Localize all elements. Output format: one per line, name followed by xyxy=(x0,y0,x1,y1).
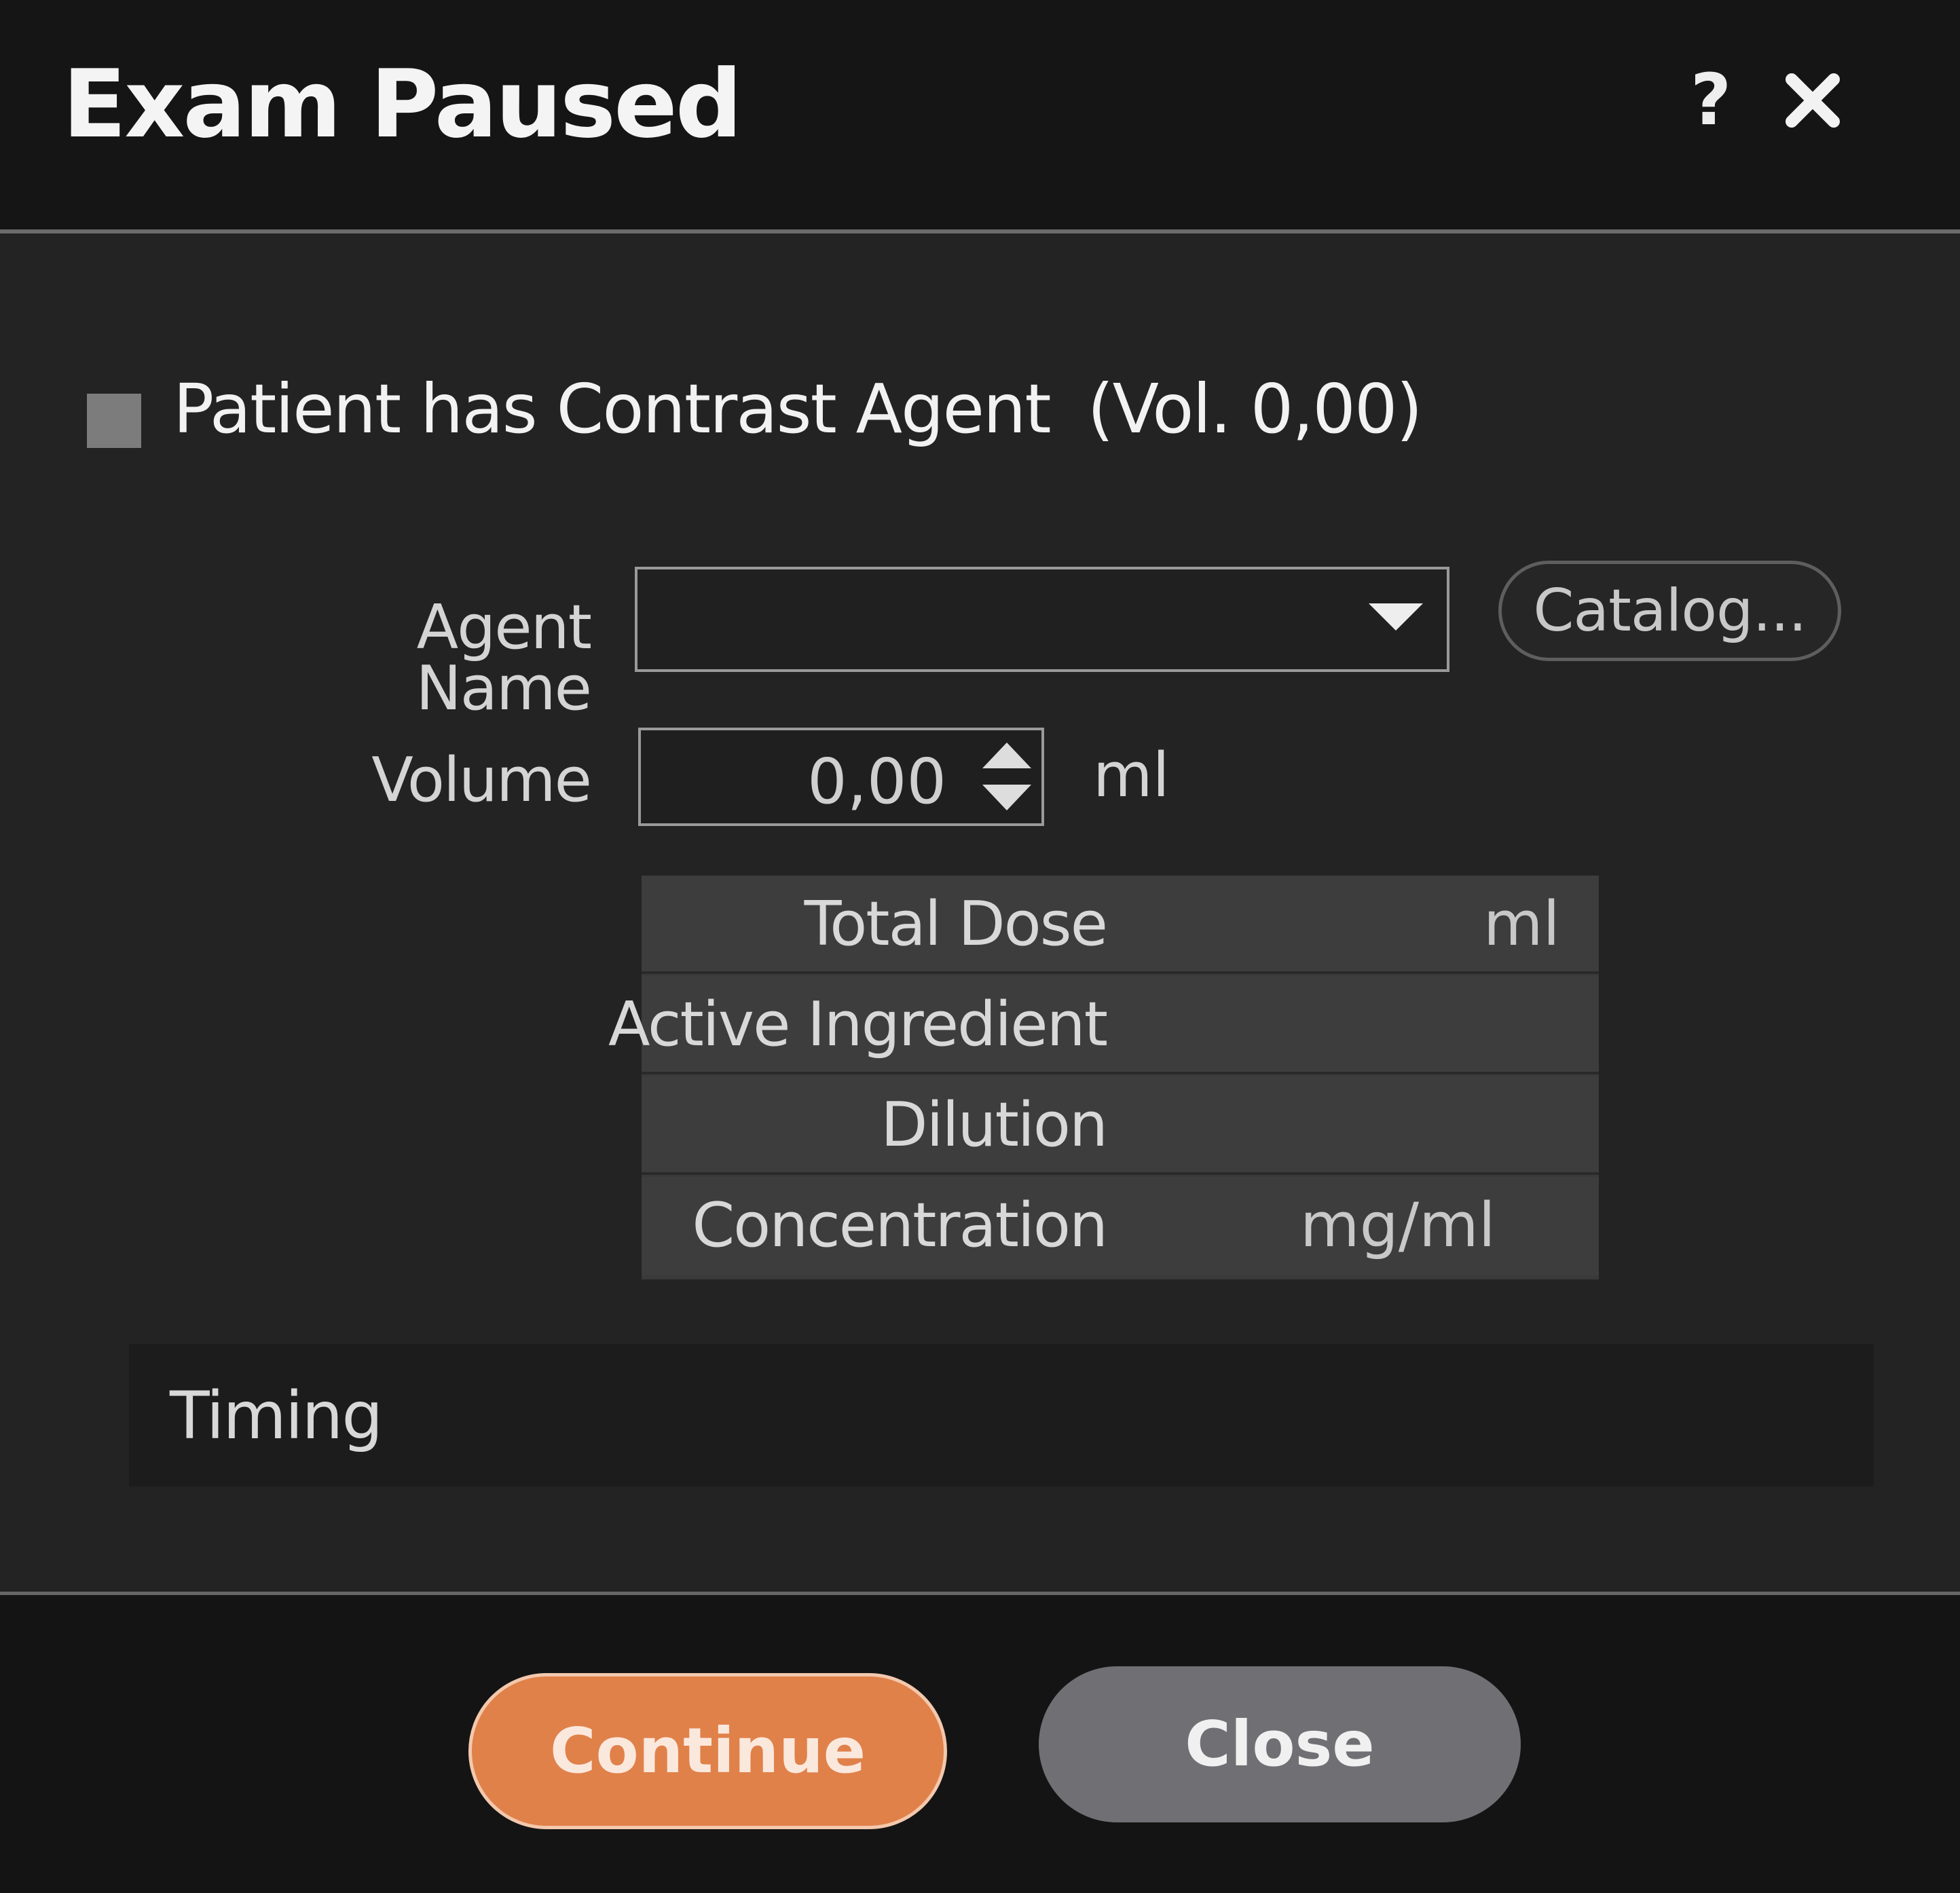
title-bar: Exam Paused ? xyxy=(0,0,1960,234)
continue-button[interactable]: Continue xyxy=(468,1673,947,1829)
table-row: Total Dose ml xyxy=(642,876,1599,974)
help-button[interactable]: ? xyxy=(1684,64,1738,139)
exam-paused-dialog: Exam Paused ? Patient has Contrast Agent… xyxy=(0,0,1960,1893)
dose-row-name: Concentration xyxy=(692,1190,1108,1261)
dialog-footer xyxy=(0,1595,1960,1893)
catalog-button[interactable]: Catalog... xyxy=(1498,561,1841,661)
table-row: Active Ingredient xyxy=(608,976,1599,1074)
dose-table: Total Dose ml Active Ingredient Dilution… xyxy=(608,876,1599,1279)
close-icon[interactable] xyxy=(1782,64,1843,139)
spin-up-icon[interactable] xyxy=(982,743,1031,768)
table-row: Concentration mg/ml xyxy=(642,1177,1599,1275)
dose-row-name: Total Dose xyxy=(804,888,1108,960)
dose-row-name: Active Ingredient xyxy=(608,989,1108,1060)
spin-down-icon[interactable] xyxy=(982,785,1031,810)
dose-row-name: Dilution xyxy=(881,1089,1108,1161)
table-row: Dilution xyxy=(642,1076,1599,1175)
contrast-agent-text: Patient has Contrast Agent xyxy=(173,369,1052,449)
timing-section[interactable]: Timing xyxy=(129,1344,1874,1486)
contrast-volume-summary: (Vol. 0,00) xyxy=(1087,369,1423,449)
dose-row-unit: ml xyxy=(1483,888,1560,960)
volume-label: Volume xyxy=(371,745,592,816)
volume-unit: ml xyxy=(1093,740,1170,811)
contrast-agent-label: Patient has Contrast Agent (Vol. 0,00) xyxy=(173,369,1423,449)
contrast-agent-checkbox[interactable] xyxy=(87,394,141,448)
volume-spinbox[interactable]: 0,00 xyxy=(638,728,1044,826)
chevron-down-icon[interactable] xyxy=(1369,603,1423,631)
timing-label: Timing xyxy=(170,1378,383,1454)
agent-name-label: Agent Name xyxy=(415,592,592,724)
dialog-title: Exam Paused xyxy=(62,50,743,159)
agent-name-dropdown[interactable] xyxy=(635,567,1449,672)
volume-value: 0,00 xyxy=(807,745,946,818)
dose-row-unit: mg/ml xyxy=(1300,1190,1496,1261)
close-button[interactable]: Close xyxy=(1039,1666,1521,1822)
